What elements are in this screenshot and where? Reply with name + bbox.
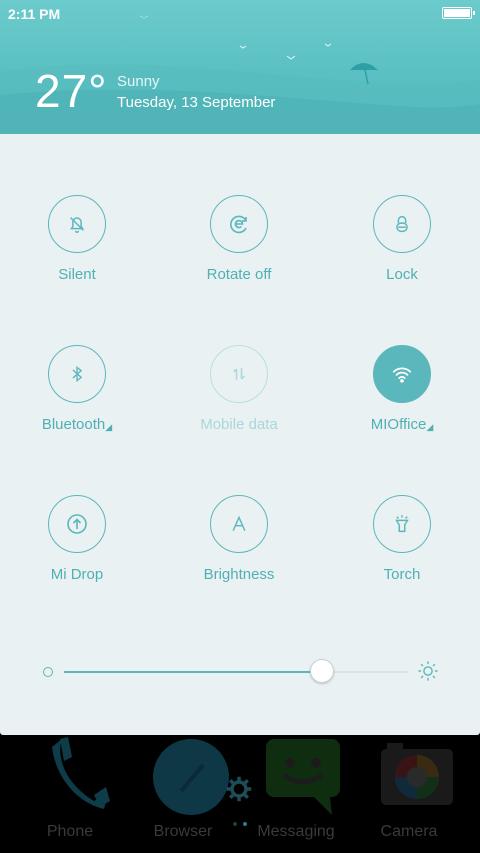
rotate-lock-icon [210,195,268,253]
wifi-icon [373,345,431,403]
dock-app-label: Messaging [257,823,335,840]
dock-app-messaging[interactable]: Messaging [241,735,351,840]
bluetooth-icon [48,345,106,403]
toggle-label: Rotate off [206,266,272,283]
brightness-slider-track[interactable] [64,671,408,673]
toggle-rotate[interactable]: Rotate off [159,195,319,283]
auto-brightness-icon [210,495,268,553]
dock-app-browser[interactable]: Browser [128,735,238,840]
weather-temperature: 27° [35,65,108,117]
browser-icon [152,739,229,815]
flashlight-icon [373,495,431,553]
bell-off-icon [48,195,106,253]
toggle-label: Mi Drop [50,566,104,583]
toggle-label: Mobile data [200,416,278,433]
status-time: 2:11 PM [8,6,61,22]
brightness-slider-handle[interactable] [310,659,334,683]
dock-app-label: Phone [46,823,94,840]
brightness-min-icon [43,667,53,677]
dock-app-label: Browser [153,823,213,840]
dock-app-camera[interactable]: Camera [354,735,464,840]
expand-arrow-icon: ◢ [105,422,113,432]
toggle-torch[interactable]: Torch [322,495,480,583]
toggle-label: Lock [386,266,418,283]
page-dot-active [243,822,247,826]
home-dock: Phone Browser Messaging Camera [0,735,480,853]
expand-arrow-icon: ◢ [426,422,434,432]
toggle-mobile-data[interactable]: Mobile data [159,345,319,433]
camera-icon [380,743,453,805]
mobile-data-icon [210,345,268,403]
brightness-max-icon [418,661,438,681]
toggle-mi-drop[interactable]: Mi Drop [0,495,157,583]
dock-app-phone[interactable]: Phone [15,735,125,840]
messaging-icon [265,739,340,815]
toggle-label: Silent [58,266,96,283]
weather-condition: Sunny [117,73,160,90]
toggle-label: MIOffice◢ [322,416,480,433]
toggle-label-text: Bluetooth [41,416,106,433]
toggle-silent[interactable]: Silent [0,195,157,283]
page-indicator [230,813,250,831]
battery-icon [442,7,475,19]
toggle-bluetooth[interactable]: Bluetooth◢ [0,345,157,433]
toggle-label-text: MIOffice [370,416,427,433]
toggle-label: Brightness [203,566,275,583]
lock-icon [373,195,431,253]
weather-header[interactable]: 2:11 PM 27° Sunny Tuesday, 13 September [0,0,480,134]
upload-icon [48,495,106,553]
page-dot [233,822,237,826]
toggle-wifi[interactable]: MIOffice◢ [322,345,480,433]
dock-app-label: Camera [380,823,438,840]
settings-gear-icon [226,776,252,802]
brightness-slider-fill [64,671,322,673]
toggle-lock[interactable]: Lock [322,195,480,283]
quick-settings-panel: Silent Rotate off Lock Bluetooth◢ Mobile… [0,134,480,735]
toggle-brightness[interactable]: Brightness [159,495,319,583]
weather-date: Tuesday, 13 September [117,94,276,111]
phone-icon [51,737,110,809]
toggle-label: Bluetooth◢ [0,416,157,433]
toggle-label: Torch [383,566,421,583]
